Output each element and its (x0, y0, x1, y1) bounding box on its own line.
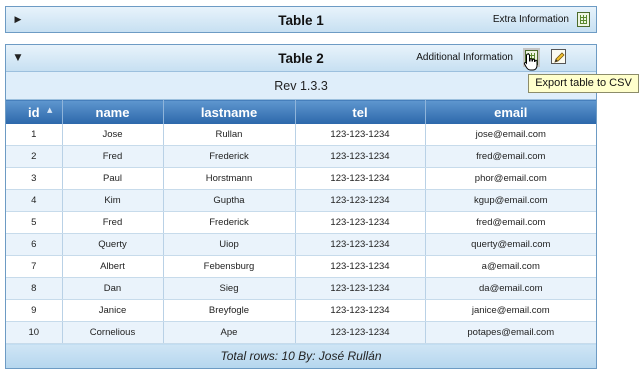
cell-lastname: Breyfogle (163, 299, 296, 322)
cell-tel: 123-123-1234 (295, 233, 426, 256)
cell-email: fred@email.com (425, 211, 597, 234)
table-row[interactable]: 9 Janice Breyfogle 123-123-1234 janice@email… (6, 299, 597, 322)
spreadsheet-icon[interactable] (577, 12, 590, 27)
cell-name: Dan (62, 277, 164, 300)
table2-panel-header[interactable]: ▼ Table 2 Additional Information (5, 44, 597, 71)
sort-ascending-icon: ▲ (47, 106, 53, 114)
cell-email: jose@email.com (425, 124, 597, 146)
cell-name: Fred (62, 211, 164, 234)
caption-row: Rev 1.3.3 (6, 71, 597, 100)
cell-tel: 123-123-1234 (295, 124, 426, 146)
cell-lastname: Rullan (163, 124, 296, 146)
cell-lastname: Guptha (163, 189, 296, 212)
cell-lastname: Frederick (163, 145, 296, 168)
table1-extra-info-label: Extra Information (492, 14, 569, 25)
table-row[interactable]: 6 Querty Uiop 123-123-1234 querty@email.com (6, 233, 597, 256)
cell-id: 3 (6, 167, 63, 190)
cell-id: 6 (6, 233, 63, 256)
cell-email: a@email.com (425, 255, 597, 278)
expand-arrow-icon[interactable]: ▶ (13, 14, 23, 26)
cell-name: Querty (62, 233, 164, 256)
cell-email: da@email.com (425, 277, 597, 300)
cell-lastname: Uiop (163, 233, 296, 256)
column-header-label: email (494, 104, 528, 120)
table-row[interactable]: 2 Fred Frederick 123-123-1234 fred@email.com (6, 145, 597, 168)
cell-lastname: Febensburg (163, 255, 296, 278)
cell-id: 8 (6, 277, 63, 300)
data-table: Rev 1.3.3 id ▲ name lastname tel email 1 Jose R… (6, 71, 597, 368)
table-row[interactable]: 7 Albert Febensburg 123-123-1234 a@email.com (6, 255, 597, 278)
cell-email: querty@email.com (425, 233, 597, 256)
cell-lastname: Horstmann (163, 167, 296, 190)
table-row[interactable]: 10 Cornelious Ape 123-123-1234 potapes@email… (6, 321, 597, 344)
cell-id: 9 (6, 299, 63, 322)
hand-pointer-icon (523, 53, 538, 71)
cell-email: phor@email.com (425, 167, 597, 190)
cell-tel: 123-123-1234 (295, 167, 426, 190)
cell-name: Albert (62, 255, 164, 278)
column-header-label: tel (352, 104, 368, 120)
cell-lastname: Sieg (163, 277, 296, 300)
column-header-label: name (95, 104, 130, 120)
column-header-lastname[interactable]: lastname (163, 99, 296, 124)
cell-email: fred@email.com (425, 145, 597, 168)
cell-name: Fred (62, 145, 164, 168)
cell-id: 4 (6, 189, 63, 212)
cell-id: 1 (6, 124, 63, 146)
cell-email: potapes@email.com (425, 321, 597, 344)
cell-id: 7 (6, 255, 63, 278)
cell-name: Paul (62, 167, 164, 190)
cell-lastname: Frederick (163, 211, 296, 234)
cell-lastname: Ape (163, 321, 296, 344)
table-row[interactable]: 8 Dan Sieg 123-123-1234 da@email.com (6, 277, 597, 300)
cell-name: Cornelious (62, 321, 164, 344)
cell-email: kgup@email.com (425, 189, 597, 212)
column-header-email[interactable]: email (425, 99, 597, 124)
table-row[interactable]: 4 Kim Guptha 123-123-1234 kgup@email.com (6, 189, 597, 212)
cell-tel: 123-123-1234 (295, 277, 426, 300)
table2-container: Rev 1.3.3 id ▲ name lastname tel email 1 Jose R… (5, 71, 597, 369)
export-csv-tooltip: Export table to CSV (528, 74, 639, 93)
table-row[interactable]: 5 Fred Frederick 123-123-1234 fred@email.com (6, 211, 597, 234)
cell-name: Jose (62, 124, 164, 146)
cell-id: 2 (6, 145, 63, 168)
table-row[interactable]: 1 Jose Rullan 123-123-1234 jose@email.com (6, 124, 597, 146)
cell-tel: 123-123-1234 (295, 255, 426, 278)
footer-row: Total rows: 10 By: José Rullán (6, 343, 597, 368)
cell-tel: 123-123-1234 (295, 299, 426, 322)
column-header-id[interactable]: id ▲ (6, 99, 63, 124)
table1-panel-header[interactable]: ▶ Table 1 Extra Information (5, 6, 597, 33)
cell-email: janice@email.com (425, 299, 597, 322)
cell-tel: 123-123-1234 (295, 145, 426, 168)
column-header-tel[interactable]: tel (295, 99, 426, 124)
table-footer: Total rows: 10 By: José Rullán (6, 343, 597, 368)
column-header-label: lastname (200, 104, 258, 120)
cell-tel: 123-123-1234 (295, 321, 426, 344)
table2-additional-info-label: Additional Information (416, 52, 513, 63)
cell-name: Kim (62, 189, 164, 212)
table-caption: Rev 1.3.3 (6, 71, 597, 100)
cell-id: 5 (6, 211, 63, 234)
table-row[interactable]: 3 Paul Horstmann 123-123-1234 phor@email.com (6, 167, 597, 190)
cell-id: 10 (6, 321, 63, 344)
pencil-icon[interactable] (551, 49, 566, 64)
cell-tel: 123-123-1234 (295, 189, 426, 212)
collapse-arrow-icon[interactable]: ▼ (13, 52, 23, 64)
column-header-label: id (27, 104, 40, 120)
cell-name: Janice (62, 299, 164, 322)
cell-tel: 123-123-1234 (295, 211, 426, 234)
header-row: id ▲ name lastname tel email (6, 99, 597, 124)
column-header-name[interactable]: name (62, 99, 164, 124)
